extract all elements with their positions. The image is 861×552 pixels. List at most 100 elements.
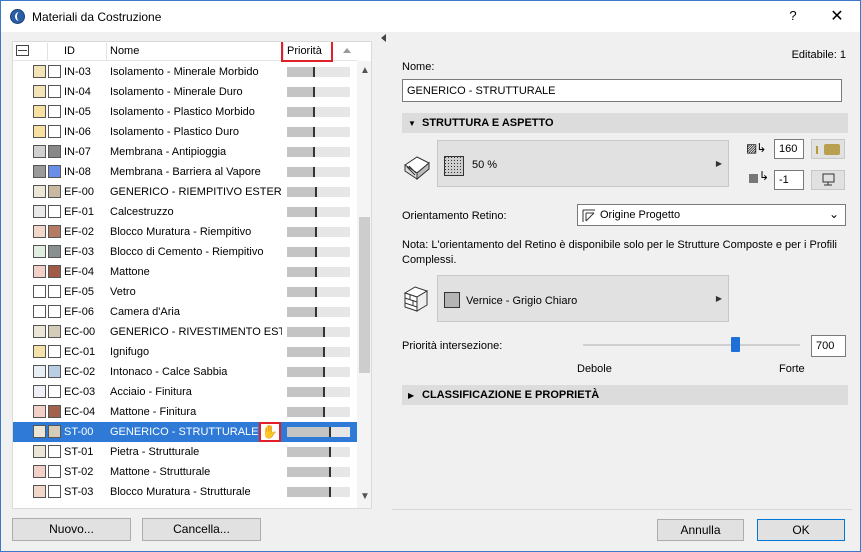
- help-button[interactable]: ?: [783, 8, 803, 23]
- priority-bar[interactable]: [287, 87, 350, 97]
- priority-bar[interactable]: [287, 367, 350, 377]
- section-classification-header[interactable]: ▶ CLASSIFICAZIONE E PROPRIETÀ: [402, 385, 848, 405]
- list-item[interactable]: EF-05 Vetro: [13, 282, 357, 302]
- material-name: GENERICO - STRUTTURALE: [110, 426, 259, 438]
- priority-bar[interactable]: [287, 207, 350, 217]
- priority-bar[interactable]: [287, 167, 350, 177]
- name-label: Nome:: [402, 61, 435, 73]
- intersection-priority-field[interactable]: 700: [811, 335, 846, 357]
- material-id: EC-01: [64, 346, 96, 358]
- list-item[interactable]: ST-02 Mattone - Strutturale: [13, 462, 357, 482]
- material-id: EF-03: [64, 246, 94, 258]
- list-scrollbar[interactable]: ▲ ▼: [357, 61, 371, 508]
- priority-bar[interactable]: [287, 447, 350, 457]
- priority-fill: [287, 327, 325, 337]
- name-field[interactable]: GENERICO - STRUTTURALE: [402, 79, 842, 102]
- pen-color-swatch: [824, 144, 840, 155]
- list-item[interactable]: IN-08 Membrana - Barriera al Vapore: [13, 162, 357, 182]
- pen-number-field[interactable]: 160: [774, 139, 804, 159]
- priority-bar[interactable]: [287, 287, 350, 297]
- list-item[interactable]: EC-01 Ignifugo: [13, 342, 357, 362]
- priority-bar[interactable]: [287, 327, 350, 337]
- background-pen-field[interactable]: -1: [774, 170, 804, 190]
- priority-bar[interactable]: [287, 127, 350, 137]
- list-item[interactable]: EF-01 Calcestruzzo: [13, 202, 357, 222]
- priority-fill: [287, 487, 331, 497]
- cut-fill-selector[interactable]: 50 % ▶: [437, 140, 729, 187]
- list-item[interactable]: EF-00 GENERICO - RIEMPITIVO ESTERNO: [13, 182, 357, 202]
- list-item[interactable]: ST-00 GENERICO - STRUTTURALE ✋: [13, 422, 357, 442]
- priority-bar[interactable]: [287, 227, 350, 237]
- material-id: EC-03: [64, 386, 96, 398]
- surface-swatch: [48, 125, 61, 138]
- list-item[interactable]: EF-04 Mattone: [13, 262, 357, 282]
- list-item[interactable]: IN-07 Membrana - Antipioggia: [13, 142, 357, 162]
- scroll-up-icon[interactable]: ▲: [360, 65, 370, 76]
- list-item[interactable]: ST-03 Blocco Muratura - Strutturale: [13, 482, 357, 502]
- priority-bar[interactable]: [287, 487, 350, 497]
- list-item[interactable]: EF-03 Blocco di Cemento - Riempitivo: [13, 242, 357, 262]
- priority-bar[interactable]: [287, 247, 350, 257]
- drag-hand-icon[interactable]: ✋: [259, 422, 281, 442]
- priority-bar[interactable]: [287, 307, 350, 317]
- ok-button[interactable]: OK: [757, 519, 845, 541]
- priority-bar[interactable]: [287, 387, 350, 397]
- material-id: EF-02: [64, 226, 94, 238]
- list-item[interactable]: EC-04 Mattone - Finitura: [13, 402, 357, 422]
- window-title: Materiali da Costruzione: [32, 10, 162, 24]
- intersection-priority-slider[interactable]: [583, 344, 800, 346]
- orientation-label: Orientamento Retino:: [402, 210, 507, 222]
- priority-bar[interactable]: [287, 67, 350, 77]
- list-item[interactable]: ST-01 Pietra - Strutturale: [13, 442, 357, 462]
- column-header-name[interactable]: Nome: [110, 45, 139, 57]
- priority-bar[interactable]: [287, 427, 350, 437]
- material-name: Pietra - Strutturale: [110, 446, 200, 458]
- priority-bar[interactable]: [287, 147, 350, 157]
- list-item[interactable]: IN-04 Isolamento - Minerale Duro: [13, 82, 357, 102]
- dotted-pattern-icon: [445, 157, 463, 175]
- delete-button[interactable]: Cancella...: [142, 518, 261, 541]
- material-id: IN-06: [64, 126, 91, 138]
- list-item[interactable]: EF-02 Blocco Muratura - Riempitivo: [13, 222, 357, 242]
- cut-fill-swatch: [33, 245, 46, 258]
- priority-bar[interactable]: [287, 407, 350, 417]
- column-header-id[interactable]: ID: [64, 45, 75, 57]
- priority-bar[interactable]: [287, 267, 350, 277]
- surface-swatch: [48, 305, 61, 318]
- priority-bar[interactable]: [287, 107, 350, 117]
- material-id: IN-08: [64, 166, 91, 178]
- material-name: Intonaco - Calce Sabbia: [110, 366, 228, 378]
- material-swatch-header-icon[interactable]: [16, 45, 29, 56]
- pen-color-button[interactable]: [811, 139, 845, 159]
- orientation-dropdown[interactable]: Origine Progetto ⌄: [577, 204, 846, 226]
- close-button[interactable]: ✕: [827, 6, 847, 26]
- surface-swatch: [48, 145, 61, 158]
- intersection-slider-thumb[interactable]: [730, 337, 740, 352]
- priority-bar[interactable]: [287, 187, 350, 197]
- list-item[interactable]: IN-03 Isolamento - Minerale Morbido: [13, 62, 357, 82]
- priority-fill: [287, 67, 315, 77]
- scroll-down-icon[interactable]: ▼: [360, 491, 370, 502]
- pen-weight-mark: [816, 146, 818, 154]
- priority-fill: [287, 307, 317, 317]
- list-item[interactable]: EF-06 Camera d'Aria: [13, 302, 357, 322]
- list-item[interactable]: EC-00 GENERICO - RIVESTIMENTO ESTERNO: [13, 322, 357, 342]
- list-item[interactable]: EC-03 Acciaio - Finitura: [13, 382, 357, 402]
- app-logo-icon: [10, 9, 25, 24]
- surface-swatch: [48, 165, 61, 178]
- sort-ascending-icon[interactable]: [343, 48, 351, 53]
- new-button[interactable]: Nuovo...: [12, 518, 131, 541]
- surface-selector[interactable]: Vernice - Grigio Chiaro ▶: [437, 275, 729, 322]
- priority-bar[interactable]: [287, 347, 350, 357]
- cut-fill-swatch: [33, 285, 46, 298]
- scroll-thumb[interactable]: [359, 217, 370, 373]
- cancel-button[interactable]: Annulla: [657, 519, 744, 541]
- priority-bar[interactable]: [287, 467, 350, 477]
- section-structure-header[interactable]: ▼ STRUTTURA E ASPETTO: [402, 113, 848, 133]
- list-item[interactable]: IN-06 Isolamento - Plastico Duro: [13, 122, 357, 142]
- background-color-button[interactable]: [811, 170, 845, 190]
- collapse-panel-icon[interactable]: [381, 34, 386, 42]
- list-item[interactable]: IN-05 Isolamento - Plastico Morbido: [13, 102, 357, 122]
- list-item[interactable]: EC-02 Intonaco - Calce Sabbia: [13, 362, 357, 382]
- list-header: ID Nome Priorità: [13, 42, 357, 62]
